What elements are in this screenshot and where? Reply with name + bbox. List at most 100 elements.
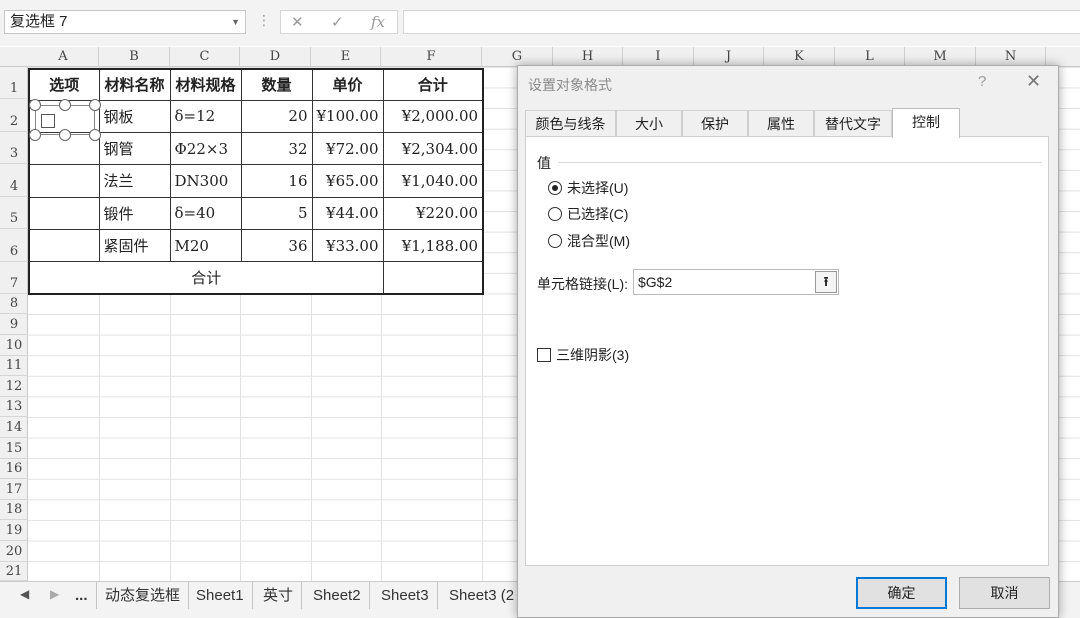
table-cell[interactable]: ¥33.00 [311, 229, 384, 263]
row-header-cell[interactable]: 19 [0, 520, 28, 541]
radio-mixed[interactable]: 混合型(M) [548, 232, 630, 250]
header-cell[interactable]: 合计 [382, 68, 484, 101]
row-header-cell[interactable]: 7 [0, 262, 28, 294]
table-cell[interactable]: δ=12 [169, 99, 242, 133]
row-header-cell[interactable]: 11 [0, 356, 28, 376]
tab-colors-lines[interactable]: 颜色与线条 [525, 110, 616, 137]
row-header-cell[interactable]: 10 [0, 335, 28, 356]
table-cell[interactable]: M20 [169, 229, 242, 263]
radio-icon[interactable] [548, 207, 562, 221]
header-cell[interactable]: 数量 [240, 68, 313, 101]
table-cell[interactable]: ¥100.00 [311, 99, 384, 133]
tab-prev-icon[interactable]: ◀ [20, 587, 29, 601]
tab-alt-text[interactable]: 替代文字 [814, 110, 892, 137]
column-header-cell[interactable]: D [240, 47, 311, 67]
row-header-cell[interactable]: 8 [0, 294, 28, 314]
cancel-button[interactable]: 取消 [959, 577, 1050, 609]
resize-handle[interactable] [59, 99, 71, 111]
table-cell[interactable]: DN300 [169, 164, 242, 198]
header-cell[interactable]: 材料名称 [98, 68, 171, 101]
row-header-cell[interactable]: 3 [0, 132, 28, 164]
table-cell[interactable]: 锻件 [98, 196, 171, 231]
sheet-tab[interactable]: Sheet3 (2 [441, 582, 522, 609]
row-header-cell[interactable]: 18 [0, 500, 28, 520]
table-cell[interactable] [28, 196, 100, 231]
tab-control[interactable]: 控制 [892, 108, 960, 138]
column-header-cell[interactable]: A [28, 47, 99, 67]
table-cell[interactable]: 5 [240, 196, 313, 231]
header-cell[interactable]: 材料规格 [169, 68, 242, 101]
cell-link-input[interactable]: $G$2 [633, 269, 839, 295]
resize-handle[interactable] [89, 99, 101, 111]
column-header-cell[interactable]: H [553, 47, 623, 67]
column-header-cell[interactable]: F [381, 47, 482, 67]
column-header-cell[interactable]: J [694, 47, 764, 67]
row-header-cell[interactable]: 20 [0, 541, 28, 562]
table-cell[interactable]: 紧固件 [98, 229, 171, 263]
tab-size[interactable]: 大小 [616, 110, 682, 137]
tab-protection[interactable]: 保护 [682, 110, 748, 137]
sheet-tab[interactable]: Sheet1 [188, 582, 253, 609]
column-header-cell[interactable]: I [623, 47, 694, 67]
header-cell[interactable]: 选项 [28, 68, 100, 101]
column-header-cell[interactable]: L [835, 47, 905, 67]
column-header-cell[interactable]: N [976, 47, 1046, 67]
table-cell[interactable]: Φ22×3 [169, 131, 242, 166]
table-cell[interactable]: ¥72.00 [311, 131, 384, 166]
chevron-down-icon[interactable]: ▼ [231, 11, 240, 33]
row-header-cell[interactable]: 2 [0, 99, 28, 132]
table-cell[interactable]: ¥1,040.00 [382, 164, 484, 198]
table-cell[interactable]: 36 [240, 229, 313, 263]
radio-checked[interactable]: 已选择(C) [548, 205, 628, 223]
sheet-tab[interactable]: Sheet2 [305, 582, 370, 609]
row-header-cell[interactable]: 17 [0, 479, 28, 500]
column-header-cell[interactable]: C [170, 47, 240, 67]
close-icon[interactable]: ✕ [1026, 71, 1041, 92]
collapse-arrow-icon[interactable]: ⭱ [815, 271, 837, 293]
row-header-cell[interactable]: 6 [0, 229, 28, 262]
table-cell[interactable]: 钢管 [98, 131, 171, 166]
table-cell[interactable]: ¥220.00 [382, 196, 484, 231]
column-header-cell[interactable]: K [764, 47, 835, 67]
resize-handle[interactable] [29, 129, 41, 141]
table-cell[interactable]: 法兰 [98, 164, 171, 198]
total-value-cell[interactable] [382, 261, 484, 295]
column-header-cell[interactable]: E [311, 47, 381, 67]
tab-properties[interactable]: 属性 [748, 110, 814, 137]
sheet-tab[interactable]: 英寸 [255, 582, 303, 609]
column-header-cell[interactable]: B [99, 47, 170, 67]
table-cell[interactable] [28, 229, 100, 263]
sheet-tab[interactable]: 动态复选框 [96, 582, 190, 609]
table-cell[interactable]: ¥44.00 [311, 196, 384, 231]
radio-selected-icon[interactable] [548, 181, 562, 195]
resize-handle[interactable] [29, 99, 41, 111]
row-header-cell[interactable]: 5 [0, 197, 28, 229]
tab-next-icon[interactable]: ▶ [50, 587, 59, 601]
3d-shading-checkbox[interactable]: 三维阴影(3) [537, 347, 629, 363]
radio-unchecked[interactable]: 未选择(U) [548, 179, 628, 197]
table-cell[interactable]: 20 [240, 99, 313, 133]
table-cell[interactable]: ¥1,188.00 [382, 229, 484, 263]
header-cell[interactable]: 单价 [311, 68, 384, 101]
formula-input[interactable] [403, 10, 1080, 34]
row-header-cell[interactable]: 9 [0, 314, 28, 335]
resize-handle[interactable] [89, 129, 101, 141]
table-cell[interactable]: 钢板 [98, 99, 171, 133]
name-box[interactable]: 复选框 7 ▼ [4, 10, 246, 34]
row-header-cell[interactable]: 14 [0, 417, 28, 438]
row-header-cell[interactable]: 13 [0, 397, 28, 417]
row-header-cell[interactable]: 15 [0, 438, 28, 459]
row-header-cell[interactable]: 12 [0, 376, 28, 397]
row-header-cell[interactable]: 21 [0, 562, 28, 581]
table-cell[interactable]: 16 [240, 164, 313, 198]
checkbox-icon[interactable] [537, 348, 551, 362]
enter-icon[interactable]: ✓ [331, 13, 344, 31]
table-cell[interactable]: 32 [240, 131, 313, 166]
table-cell[interactable]: ¥65.00 [311, 164, 384, 198]
cancel-icon[interactable]: ✕ [291, 13, 304, 31]
table-cell[interactable]: ¥2,304.00 [382, 131, 484, 166]
checkbox-icon[interactable] [41, 114, 55, 128]
row-header-cell[interactable]: 1 [0, 67, 28, 99]
table-cell[interactable]: ¥2,000.00 [382, 99, 484, 133]
sheet-tab[interactable]: Sheet3 [373, 582, 438, 609]
